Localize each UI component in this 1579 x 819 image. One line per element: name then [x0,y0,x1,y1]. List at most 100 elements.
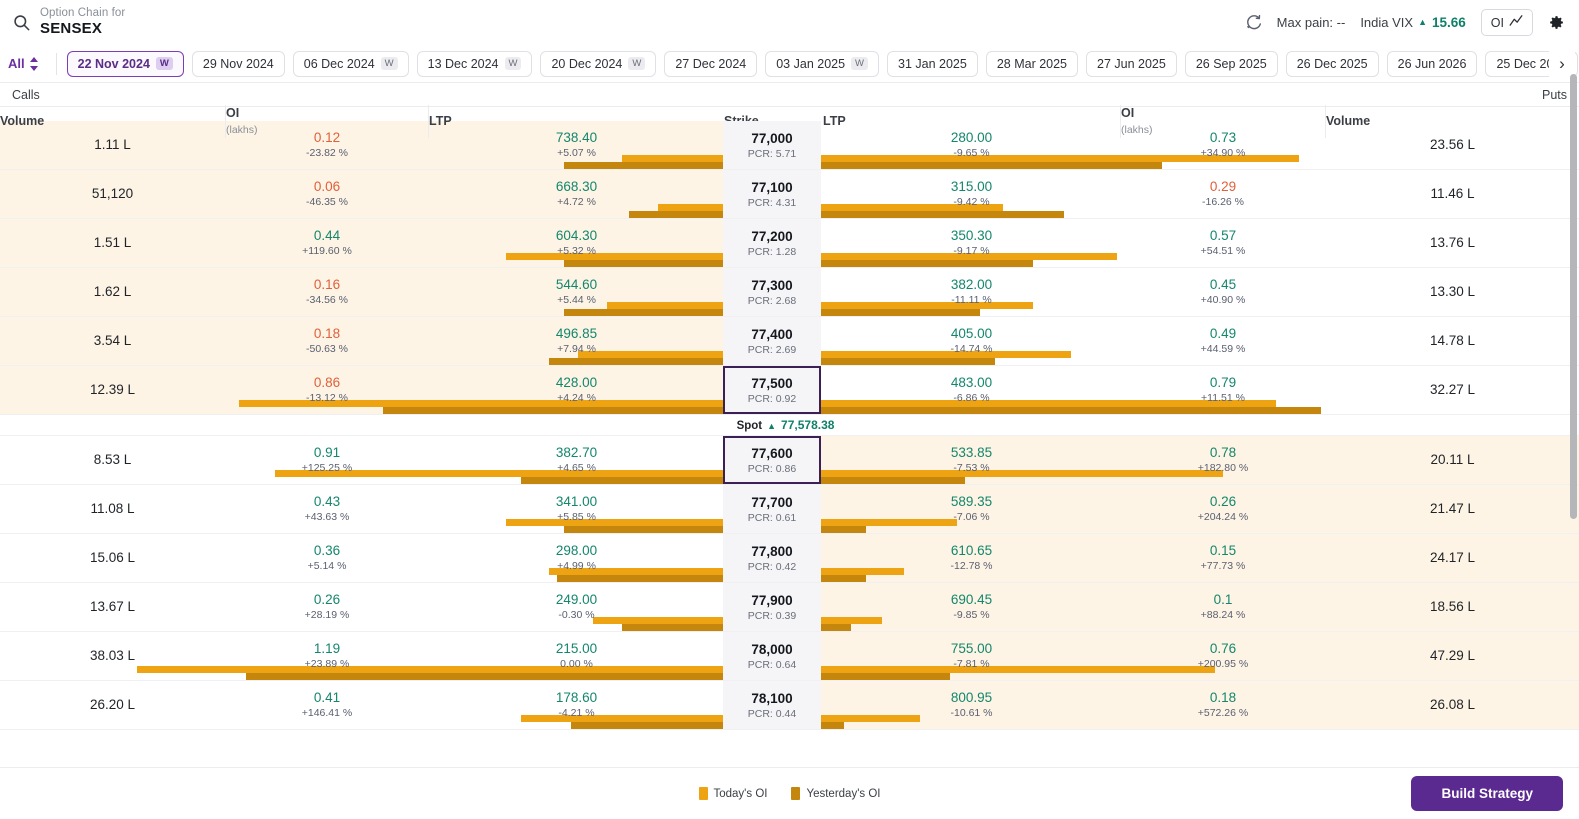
call-ltp[interactable]: 668.30 +4.72 % [429,170,724,218]
call-volume[interactable]: 8.53 L [0,436,225,484]
call-volume[interactable]: 1.51 L [0,219,225,267]
call-ltp[interactable]: 178.60 -4.21 % [429,681,724,729]
call-volume[interactable]: 26.20 L [0,681,225,729]
put-volume[interactable]: 23.56 L [1326,121,1579,169]
table-row[interactable]: 1.62 L 0.16 -34.56 % 544.60 +5.44 % 382.00 -11… [0,268,1579,317]
table-row[interactable]: 26.20 L 0.41 +146.41 % 178.60 -4.21 % 800.95 -… [0,681,1579,730]
table-row[interactable]: 12.39 L 0.86 -13.12 % 428.00 +4.24 % 483.00 -6… [0,366,1579,415]
put-ltp[interactable]: 350.30 -9.17 % [823,219,1120,267]
expiry-chip-13-dec-2024[interactable]: 13 Dec 2024 W [416,50,533,77]
put-oi[interactable]: 0.18 +572.26 % [1120,681,1326,729]
expiry-chip-20-dec-2024[interactable]: 20 Dec 2024 W [540,50,657,77]
put-oi[interactable]: 0.29 -16.26 % [1120,170,1326,218]
table-row[interactable]: 15.06 L 0.36 +5.14 % 298.00 +4.99 % 610.65 -12… [0,534,1579,583]
call-oi[interactable]: 1.19 +23.89 % [225,632,429,680]
expiry-chip-26-jun-2026[interactable]: 26 Jun 2026 [1386,50,1478,77]
expiry-chip-27-dec-2024[interactable]: 27 Dec 2024 [664,50,758,77]
call-ltp[interactable]: 428.00 +4.24 % [429,366,724,414]
put-ltp[interactable]: 755.00 -7.81 % [823,632,1120,680]
table-row[interactable]: 13.67 L 0.26 +28.19 % 249.00 -0.30 % 690.45 -9… [0,583,1579,632]
put-ltp[interactable]: 382.00 -11.11 % [823,268,1120,316]
put-ltp[interactable]: 610.65 -12.78 % [823,534,1120,582]
gear-icon[interactable] [1548,14,1565,31]
call-volume[interactable]: 13.67 L [0,583,225,631]
put-oi[interactable]: 0.73 +34.90 % [1120,121,1326,169]
put-oi[interactable]: 0.15 +77.73 % [1120,534,1326,582]
put-volume[interactable]: 24.17 L [1326,534,1579,582]
put-volume[interactable]: 47.29 L [1326,632,1579,680]
expiry-chip-29-nov-2024[interactable]: 29 Nov 2024 [191,50,285,77]
put-oi[interactable]: 0.79 +11.51 % [1120,366,1326,414]
put-volume[interactable]: 18.56 L [1326,583,1579,631]
call-volume[interactable]: 51,120 [0,170,225,218]
call-ltp[interactable]: 215.00 0.00 % [429,632,724,680]
strike-cell[interactable]: 77,300 PCR: 2.68 [723,268,821,316]
table-row[interactable]: 38.03 L 1.19 +23.89 % 215.00 0.00 % 755.00 -7.… [0,632,1579,681]
call-oi[interactable]: 0.86 -13.12 % [225,366,429,414]
put-oi[interactable]: 0.26 +204.24 % [1120,485,1326,533]
call-ltp[interactable]: 341.00 +5.85 % [429,485,724,533]
oi-chart-button[interactable]: OI [1480,9,1533,36]
expiry-chip-26-sep-2025[interactable]: 26 Sep 2025 [1184,50,1278,77]
call-oi[interactable]: 0.18 -50.63 % [225,317,429,365]
call-volume[interactable]: 11.08 L [0,485,225,533]
call-volume[interactable]: 12.39 L [0,366,225,414]
strike-cell[interactable]: 78,100 PCR: 0.44 [723,681,821,729]
table-row[interactable]: 1.51 L 0.44 +119.60 % 604.30 +5.32 % 350.30 -9… [0,219,1579,268]
strike-cell[interactable]: 78,000 PCR: 0.64 [723,632,821,680]
call-volume[interactable]: 3.54 L [0,317,225,365]
put-oi[interactable]: 0.57 +54.51 % [1120,219,1326,267]
put-volume[interactable]: 13.76 L [1326,219,1579,267]
call-oi[interactable]: 0.36 +5.14 % [225,534,429,582]
strike-cell[interactable]: 77,500 PCR: 0.92 [723,366,821,414]
strike-cell[interactable]: 77,000 PCR: 5.71 [723,121,821,169]
strike-cell[interactable]: 77,900 PCR: 0.39 [723,583,821,631]
strike-cell[interactable]: 77,600 PCR: 0.86 [723,436,821,484]
refresh-icon[interactable] [1245,14,1262,31]
put-ltp[interactable]: 533.85 -7.53 % [823,436,1120,484]
vertical-scrollbar[interactable] [1570,74,1577,519]
strike-cell[interactable]: 77,400 PCR: 2.69 [723,317,821,365]
put-volume[interactable]: 32.27 L [1326,366,1579,414]
call-oi[interactable]: 0.06 -46.35 % [225,170,429,218]
expiry-chip-26-dec-2025[interactable]: 26 Dec 2025 [1285,50,1379,77]
strike-cell[interactable]: 77,700 PCR: 0.61 [723,485,821,533]
call-oi[interactable]: 0.26 +28.19 % [225,583,429,631]
put-ltp[interactable]: 315.00 -9.42 % [823,170,1120,218]
call-ltp[interactable]: 382.70 +4.65 % [429,436,724,484]
expiry-chip-22-nov-2024[interactable]: 22 Nov 2024 W [66,50,184,77]
put-oi[interactable]: 0.78 +182.80 % [1120,436,1326,484]
expiry-chip-06-dec-2024[interactable]: 06 Dec 2024 W [292,50,409,77]
expiry-chip-03-jan-2025[interactable]: 03 Jan 2025 W [765,50,880,77]
call-volume[interactable]: 1.11 L [0,121,225,169]
put-volume[interactable]: 26.08 L [1326,681,1579,729]
strike-cell[interactable]: 77,200 PCR: 1.28 [723,219,821,267]
call-oi[interactable]: 0.41 +146.41 % [225,681,429,729]
put-ltp[interactable]: 690.45 -9.85 % [823,583,1120,631]
expiry-chip-31-jan-2025[interactable]: 31 Jan 2025 [887,50,978,77]
put-volume[interactable]: 11.46 L [1326,170,1579,218]
put-volume[interactable]: 20.11 L [1326,436,1579,484]
put-volume[interactable]: 14.78 L [1326,317,1579,365]
call-volume[interactable]: 1.62 L [0,268,225,316]
call-oi[interactable]: 0.12 -23.82 % [225,121,429,169]
call-oi[interactable]: 0.16 -34.56 % [225,268,429,316]
strike-cell[interactable]: 77,800 PCR: 0.42 [723,534,821,582]
put-oi[interactable]: 0.76 +200.95 % [1120,632,1326,680]
put-oi[interactable]: 0.49 +44.59 % [1120,317,1326,365]
expiry-chip-27-jun-2025[interactable]: 27 Jun 2025 [1086,50,1177,77]
call-oi[interactable]: 0.44 +119.60 % [225,219,429,267]
call-oi[interactable]: 0.43 +43.63 % [225,485,429,533]
table-row[interactable]: 8.53 L 0.91 +125.25 % 382.70 +4.65 % 533.85 -7… [0,436,1579,485]
call-ltp[interactable]: 544.60 +5.44 % [429,268,724,316]
table-row[interactable]: 11.08 L 0.43 +43.63 % 341.00 +5.85 % 589.35 -7… [0,485,1579,534]
table-row[interactable]: 3.54 L 0.18 -50.63 % 496.85 +7.94 % 405.00 -14… [0,317,1579,366]
call-volume[interactable]: 15.06 L [0,534,225,582]
call-ltp[interactable]: 496.85 +7.94 % [429,317,724,365]
put-volume[interactable]: 13.30 L [1326,268,1579,316]
call-oi[interactable]: 0.91 +125.25 % [225,436,429,484]
put-ltp[interactable]: 800.95 -10.61 % [823,681,1120,729]
build-strategy-button[interactable]: Build Strategy [1411,776,1563,811]
call-ltp[interactable]: 604.30 +5.32 % [429,219,724,267]
all-expiry-selector[interactable]: All [8,56,48,71]
